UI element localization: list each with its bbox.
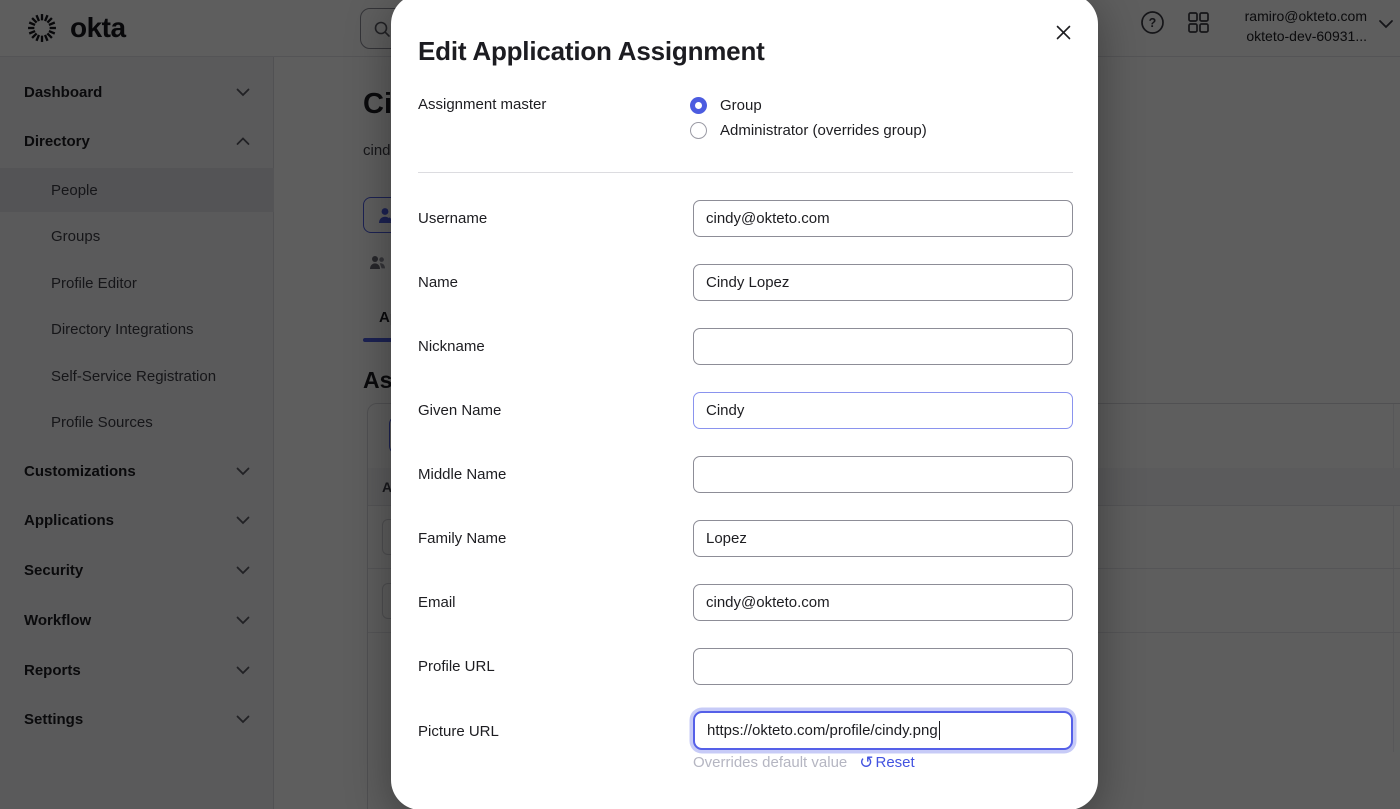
profile-url-input[interactable] [693, 648, 1073, 685]
override-helper-row: Overrides default value ↺ Reset [693, 754, 915, 771]
override-note: Overrides default value [693, 754, 847, 771]
radio-unselected-icon [690, 122, 707, 139]
radio-option-administrator[interactable]: Administrator (overrides group) [690, 118, 927, 143]
given-name-input[interactable] [693, 392, 1073, 429]
middle-name-input[interactable] [693, 456, 1073, 493]
okta-admin-app: okta ? ramiro@okteto.com okt [0, 0, 1400, 809]
edit-application-assignment-modal: Edit Application Assignment Assignment m… [391, 0, 1098, 809]
modal-title: Edit Application Assignment [418, 36, 765, 67]
field-row-name: Name [391, 264, 1098, 301]
assignment-master-radio-group: Group Administrator (overrides group) [690, 93, 927, 143]
radio-option-group[interactable]: Group [690, 93, 927, 118]
family-name-input[interactable] [693, 520, 1073, 557]
picture-url-value: https://okteto.com/profile/cindy.png [707, 722, 938, 739]
field-row-profile-url: Profile URL [391, 648, 1098, 685]
close-icon[interactable] [1052, 21, 1074, 43]
reset-label: Reset [876, 754, 915, 771]
field-row-picture-url: Picture URL https://okteto.com/profile/c… [391, 711, 1098, 748]
assignment-master-label: Assignment master [418, 96, 546, 113]
picture-url-input[interactable]: https://okteto.com/profile/cindy.png [693, 711, 1073, 750]
name-input[interactable] [693, 264, 1073, 301]
email-input[interactable] [693, 584, 1073, 621]
field-row-nickname: Nickname [391, 328, 1098, 365]
field-row-username: Username [391, 200, 1098, 237]
field-row-middle-name: Middle Name [391, 456, 1098, 493]
divider [418, 172, 1073, 173]
field-row-given-name: Given Name [391, 392, 1098, 429]
field-row-email: Email [391, 584, 1098, 621]
reset-link[interactable]: ↺ Reset [859, 754, 914, 771]
radio-selected-icon [690, 97, 707, 114]
username-input[interactable] [693, 200, 1073, 237]
nickname-input[interactable] [693, 328, 1073, 365]
reset-icon: ↺ [859, 755, 873, 770]
field-row-family-name: Family Name [391, 520, 1098, 557]
text-caret [939, 721, 941, 740]
